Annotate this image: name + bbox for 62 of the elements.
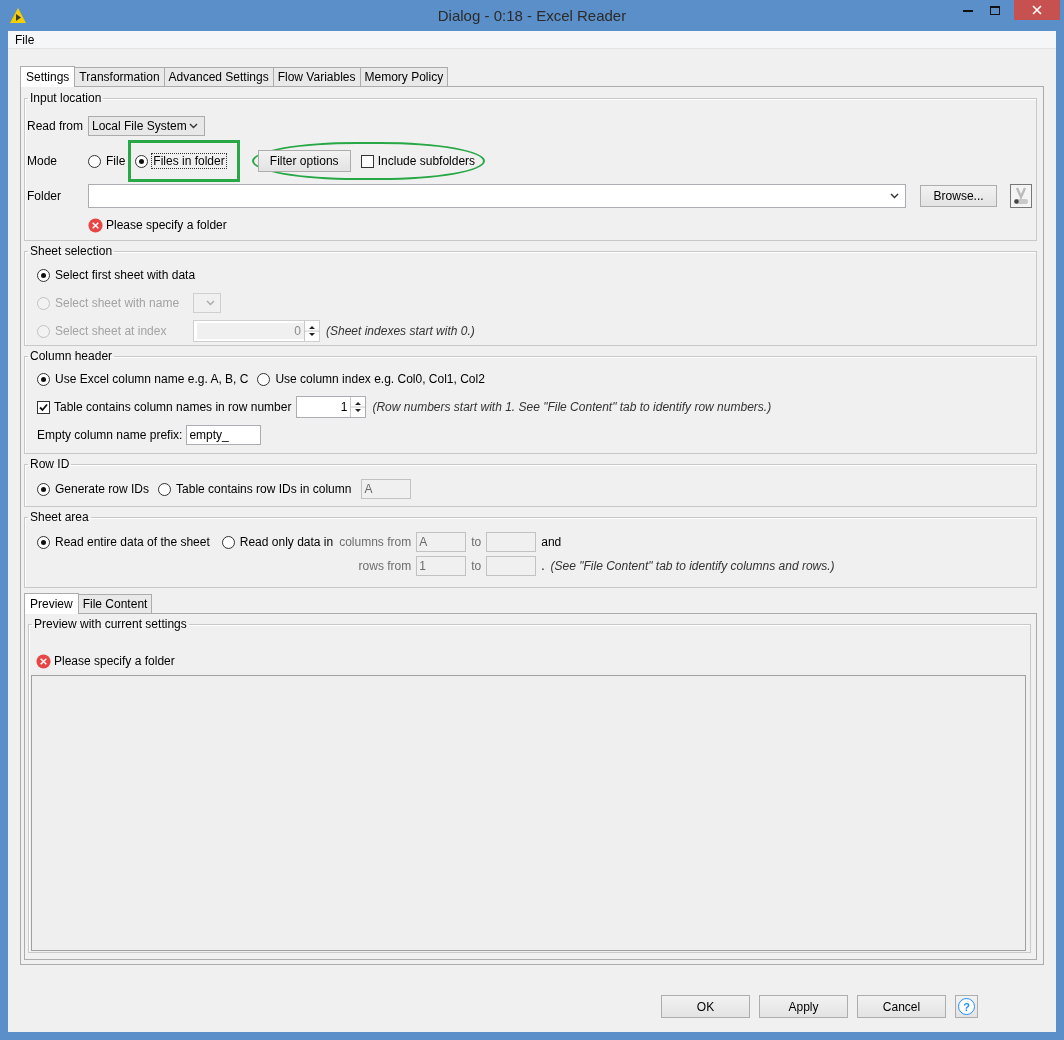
- radio-button[interactable]: Table contains row IDs in column: [158, 480, 353, 498]
- field-label: .: [541, 559, 545, 573]
- folder-field[interactable]: [88, 184, 907, 208]
- dialog-button[interactable]: Cancel: [857, 995, 946, 1018]
- error-message: Please specify a folder: [54, 654, 175, 668]
- group-title: Input location: [30, 91, 102, 105]
- checkbox[interactable]: Table contains column names in row number: [37, 398, 292, 416]
- dropdown[interactable]: Local File System: [88, 116, 205, 136]
- error-icon: [36, 653, 51, 669]
- variable-icon: [1013, 187, 1029, 205]
- hint-text: (See "File Content" tab to identify columns and rows.): [550, 559, 835, 573]
- close-button[interactable]: [1014, 0, 1060, 20]
- app-logo-icon: [10, 8, 26, 23]
- group-title: Row ID: [30, 457, 70, 471]
- menu-item[interactable]: File: [15, 32, 35, 47]
- field-label: Folder: [27, 189, 62, 203]
- spinner-arrows-icon: [304, 321, 319, 341]
- field-label: Mode: [27, 154, 59, 168]
- dialog-button[interactable]: OK: [661, 995, 750, 1018]
- tab[interactable]: Transformation: [74, 67, 165, 86]
- input-field[interactable]: empty_: [186, 425, 262, 445]
- group-title: Column header: [30, 349, 113, 363]
- radio-button[interactable]: Use Excel column name e.g. A, B, C: [37, 370, 250, 388]
- spinner-arrows-icon: [350, 397, 366, 417]
- hint-text: (Sheet indexes start with 0.): [326, 324, 475, 338]
- radio-button[interactable]: Read entire data of the sheet: [37, 533, 211, 551]
- group-title: Sheet selection: [30, 244, 113, 258]
- maximize-icon: [989, 5, 1000, 15]
- field-label: to: [471, 535, 482, 549]
- tab[interactable]: Memory Policy: [359, 67, 449, 86]
- field-label: rows from: [358, 559, 412, 573]
- browse-button[interactable]: Browse...: [920, 185, 998, 207]
- field-label: and: [541, 535, 563, 549]
- radio-button[interactable]: File: [88, 152, 127, 170]
- dropdown[interactable]: [193, 293, 221, 313]
- group-title: Preview with current settings: [34, 617, 187, 631]
- number-spinner[interactable]: 1: [296, 396, 367, 418]
- close-icon: [1032, 5, 1042, 15]
- error-message: Please specify a folder: [106, 218, 227, 232]
- filter-options-button[interactable]: Filter options: [257, 150, 351, 172]
- field-label: Empty column name prefix:: [37, 428, 183, 442]
- group-title: Sheet area: [30, 510, 89, 524]
- checkbox[interactable]: Include subfolders: [360, 152, 476, 170]
- radio-button[interactable]: Use column index e.g. Col0, Col1, Col2: [257, 370, 486, 388]
- dialog-button[interactable]: Apply: [759, 995, 848, 1018]
- minimize-icon: [962, 8, 973, 12]
- tab[interactable]: Settings: [20, 66, 76, 87]
- flow-variable-button[interactable]: [1010, 184, 1032, 208]
- radio-button[interactable]: Files in folder: [135, 152, 226, 170]
- field-label: columns from: [339, 535, 412, 549]
- radio-button[interactable]: Read only data in: [221, 533, 335, 551]
- tab[interactable]: Advanced Settings: [163, 67, 274, 86]
- window-title: Dialog - 0:18 - Excel Reader: [437, 7, 627, 24]
- field-label: Read from: [27, 119, 85, 133]
- radio-button[interactable]: Select first sheet with data: [37, 266, 197, 284]
- hint-text: (Row numbers start with 1. See "File Content" tab to identify row numbers.): [372, 400, 772, 414]
- tab[interactable]: Preview: [24, 593, 79, 614]
- error-icon: [88, 217, 103, 233]
- tab[interactable]: File Content: [77, 594, 153, 613]
- field-label: to: [471, 559, 482, 573]
- radio-button[interactable]: Generate row IDs: [37, 480, 151, 498]
- tab[interactable]: Flow Variables: [272, 67, 361, 86]
